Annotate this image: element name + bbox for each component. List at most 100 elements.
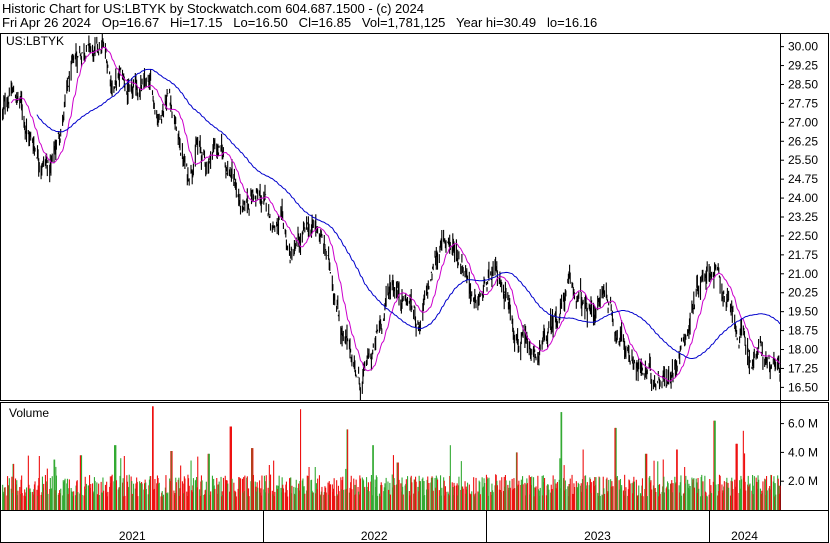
price-tick-label: 18.75 <box>788 324 818 338</box>
volume-bar <box>544 478 546 510</box>
volume-bar <box>552 475 554 510</box>
volume-bar <box>574 487 576 510</box>
volume-bar <box>531 476 533 510</box>
price-tick-label: 28.50 <box>788 77 818 91</box>
volume-bar <box>548 489 550 510</box>
long-moving-average-line <box>36 68 781 359</box>
volume-bar <box>595 477 597 510</box>
volume-bar <box>728 487 730 510</box>
volume-bar <box>17 490 19 510</box>
volume-bar <box>454 485 456 510</box>
volume-bar <box>629 483 631 510</box>
volume-bar <box>334 495 336 510</box>
volume-bar <box>184 478 186 510</box>
volume-bar <box>34 481 36 510</box>
price-tick-label: 25.50 <box>788 153 818 167</box>
volume-bar <box>475 477 477 510</box>
volume-label: Volume <box>9 406 49 420</box>
volume-bar <box>604 493 606 510</box>
volume-bar <box>706 496 708 510</box>
volume-bar <box>758 479 760 510</box>
volume-bar <box>449 445 451 510</box>
volume-bar <box>188 485 190 510</box>
volume-bar <box>351 489 353 510</box>
volume-bar <box>321 486 323 510</box>
volume-bar <box>94 480 96 510</box>
volume-bar <box>278 475 280 510</box>
volume-bar <box>535 486 537 510</box>
volume-bar <box>364 486 366 510</box>
volume-bar <box>586 482 588 510</box>
volume-bar <box>428 483 430 510</box>
volume-bar <box>68 479 70 510</box>
volume-bar <box>51 476 53 510</box>
volume-bar <box>394 485 396 510</box>
volume-bar <box>471 491 473 510</box>
volume-bar <box>745 490 747 510</box>
volume-bar <box>359 478 361 510</box>
volume-bar <box>197 456 199 510</box>
volume-bar <box>569 478 571 510</box>
volume-bar <box>227 483 229 510</box>
volume-bar <box>432 490 434 510</box>
price-tick-label: 26.25 <box>788 134 818 148</box>
volume-bar <box>300 409 302 510</box>
volume-bars <box>2 406 781 510</box>
volume-bar <box>578 484 580 510</box>
price-tick-label: 21.00 <box>788 267 818 281</box>
volume-bar <box>633 481 635 510</box>
volume-bar <box>770 475 772 510</box>
volume-bar <box>145 489 147 510</box>
volume-bar <box>312 492 314 510</box>
volume-bar <box>732 489 734 510</box>
volume-bar <box>103 490 105 510</box>
volume-bar <box>762 481 764 510</box>
volume-bar <box>158 482 160 510</box>
volume-bar <box>467 482 469 510</box>
volume-bar <box>719 475 721 510</box>
volume-bar <box>120 458 122 510</box>
volume-bar <box>304 493 306 510</box>
volume-bar <box>582 449 584 510</box>
volume-bar <box>377 495 379 510</box>
volume-bar <box>561 412 563 510</box>
volume-bar <box>192 478 194 510</box>
volume-bar <box>235 496 237 510</box>
price-tick-label: 27.75 <box>788 96 818 110</box>
volume-bar <box>711 493 713 510</box>
volume-bar <box>424 495 426 510</box>
price-tick-label: 29.25 <box>788 59 818 73</box>
volume-bar <box>458 476 460 510</box>
volume-bar <box>26 487 28 510</box>
volume-bar <box>723 481 725 510</box>
volume-bar <box>398 479 400 510</box>
volume-bar <box>556 482 558 510</box>
price-tick-label: 30.00 <box>788 40 818 54</box>
volume-y-axis: 6.0 M 4.0 M 2.0 M <box>780 417 818 488</box>
year-label: 2024 <box>731 529 758 543</box>
volume-bar <box>81 494 83 510</box>
volume-bar <box>741 479 743 510</box>
volume-bar <box>64 478 66 510</box>
price-tick-label: 22.50 <box>788 229 818 243</box>
volume-bar <box>642 496 644 510</box>
volume-bar <box>625 487 627 510</box>
price-tick-label: 27.00 <box>788 115 818 129</box>
volume-bar <box>133 483 135 510</box>
volume-bar <box>47 493 49 510</box>
volume-bar <box>663 492 665 510</box>
volume-bar <box>659 493 661 510</box>
volume-bar <box>389 494 391 510</box>
moving-averages <box>10 46 781 382</box>
volume-bar <box>676 449 678 510</box>
volume-bar <box>111 474 113 510</box>
volume-bar <box>248 496 250 510</box>
chart-stage: Historic Chart for US:LBTYK by Stockwatc… <box>0 0 830 543</box>
volume-bar <box>13 463 15 510</box>
volume-bar <box>419 481 421 510</box>
volume-bar <box>287 496 289 510</box>
volume-bar <box>689 486 691 510</box>
volume-bar <box>150 476 152 510</box>
volume-bar <box>154 479 156 510</box>
volume-bar <box>685 475 687 510</box>
